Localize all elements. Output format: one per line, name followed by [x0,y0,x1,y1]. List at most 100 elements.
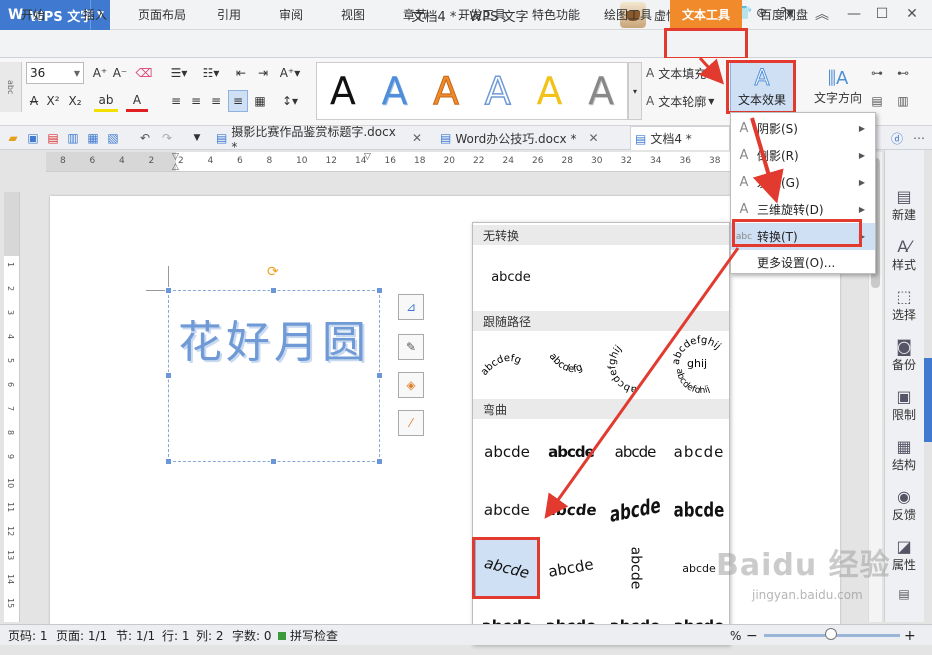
resize-handle[interactable] [376,287,383,294]
status-page[interactable]: 页码: 1 [8,627,48,644]
warp-option-2-1[interactable]: abcde [475,481,539,539]
menu-item-more-settings[interactable]: 更多设置(O)... [731,249,875,276]
tab-stop-marker[interactable]: ▽ [364,152,372,162]
menu-item-transform[interactable]: abc 转换(T) ▶ [731,223,875,250]
line-spacing-button[interactable]: ↕▾ [276,90,304,112]
minimize-button[interactable]: — [842,3,866,25]
wordart-style-5[interactable]: A [536,72,562,110]
justify-button[interactable]: ≡ [228,90,248,112]
subscript-button[interactable]: X₂ [66,90,84,112]
sidebar-item-restrict[interactable]: ▣ 限制 [884,382,924,428]
tab-options-icon[interactable]: ⓓ [886,128,908,148]
transform-none-option[interactable]: abcde [475,249,547,305]
undo-icon[interactable]: ↶ [136,128,154,148]
resize-handle[interactable] [376,372,383,379]
gallery-more-button[interactable]: ▾ [628,62,642,120]
menu-item-reflection[interactable]: A 倒影(R) ▶ [731,142,875,169]
font-color-button[interactable]: A [126,90,148,112]
tab-drawing-tools[interactable]: 绘图工具 [596,0,660,28]
wordart-style-gallery[interactable]: A A A A A A [316,62,628,120]
warp-option-3-2[interactable]: abcde [539,539,603,597]
follow-path-option-1[interactable]: abcdefg [477,335,541,393]
shrink-font-button[interactable]: A⁻ [110,62,130,84]
follow-path-option-4[interactable]: abcdefghij ghij abcdefghij [669,335,733,393]
zoom-in-button[interactable]: + [904,627,916,644]
resize-handle[interactable] [270,287,277,294]
pane-toggle-handle[interactable] [924,358,932,442]
warp-option-2-4[interactable]: abcde [667,481,731,539]
save-icon[interactable]: ▣ [24,128,42,148]
tab-review[interactable]: 审阅 [268,0,314,28]
status-pages[interactable]: 页面: 1/1 [56,627,107,644]
text-box-icon[interactable]: ▥ [892,90,914,112]
menu-item-3d-rotation[interactable]: A 三维旋转(D) ▶ [731,196,875,223]
font-name-collapsed[interactable]: abc [0,62,22,112]
resize-handle[interactable] [165,372,172,379]
wordart-text[interactable]: 花好月圆 [178,306,370,370]
fill-bucket-icon[interactable]: ◈ [398,372,424,398]
zoom-out-button[interactable]: − [746,627,758,644]
resize-handle[interactable] [376,458,383,465]
align-left-button[interactable]: ≡ [166,90,186,112]
increase-indent-button[interactable]: ⇥ [252,62,274,84]
resize-handle[interactable] [165,458,172,465]
grow-font-button[interactable]: A⁺ [90,62,110,84]
indent-marker[interactable]: ▽ △ [172,152,180,172]
warp-option-1-1[interactable]: abcde [475,423,539,481]
doc-tab-3-active[interactable]: ▤ 文档4 * [630,126,730,150]
warp-option-1-4[interactable]: abcde [667,423,731,481]
resize-handle[interactable] [165,287,172,294]
status-line[interactable]: 行: 1 [162,627,190,644]
distribute-button[interactable]: ▦ [250,90,270,112]
superscript-button[interactable]: X² [44,90,62,112]
tab-text-tools[interactable]: 文本工具 [670,0,742,28]
spellcheck-icon[interactable]: ▧ [104,128,122,148]
status-section[interactable]: 节: 1/1 [116,627,155,644]
number-list-button[interactable]: ☷▾ [198,62,224,84]
print-icon[interactable]: ▥ [64,128,82,148]
link-icon[interactable]: ⊶ [866,62,888,84]
quick-access-menu-icon[interactable]: ▼ [188,128,206,148]
layout-options-icon[interactable]: ⊿ [398,294,424,320]
menu-item-glow[interactable]: A 发光(G) ▶ [731,169,875,196]
doc-tab-2[interactable]: ▤ Word办公技巧.docx * ✕ [436,126,626,150]
follow-path-option-2[interactable]: abcdefg [541,335,605,393]
status-column[interactable]: 列: 2 [196,627,224,644]
rotate-handle-icon[interactable]: ⟳ [267,264,279,280]
font-size-select[interactable]: 36 ▼ [26,62,84,84]
sidebar-more-icon[interactable]: ▤ [886,582,922,606]
sidebar-item-select[interactable]: ⬚ 选择 [884,282,924,328]
edit-shape-icon[interactable]: ✎ [398,334,424,360]
warp-option-1-2[interactable]: abcde [539,423,603,481]
tab-references[interactable]: 引用 [206,0,252,28]
char-spacing-button[interactable]: A⁺▾ [276,62,304,84]
warp-option-3-3[interactable]: abcde [603,539,667,597]
follow-path-option-3[interactable]: abcdefghij [605,335,669,393]
tab-home[interactable]: 开始 [8,0,58,28]
align-center-button[interactable]: ≡ [186,90,206,112]
unlink-icon[interactable]: ⊷ [892,62,914,84]
close-icon[interactable]: ✕ [412,131,422,145]
highlight-color-button[interactable]: ab [94,90,118,112]
text-direction-button[interactable]: ⫼A 文字方向 [808,62,868,112]
warp-option-3-1[interactable]: abcde [475,539,539,597]
warp-option-2-2[interactable]: abcde [539,481,603,539]
sidebar-item-feedback[interactable]: ◉ 反馈 [884,482,924,528]
wordart-style-3[interactable]: A [433,72,460,111]
decrease-indent-button[interactable]: ⇤ [230,62,252,84]
warp-option-1-3[interactable]: abcde [603,423,667,481]
tab-developer[interactable]: 开发工具 [450,0,514,28]
tab-baidu-netdisk[interactable]: 百度网盘 [752,0,816,28]
redo-icon[interactable]: ↷ [158,128,176,148]
align-right-button[interactable]: ≡ [206,90,226,112]
tab-insert[interactable]: 插入 [70,0,120,28]
bullet-list-button[interactable]: ☰▾ [166,62,192,84]
maximize-button[interactable]: ☐ [870,3,894,25]
close-button[interactable]: ✕ [900,3,924,25]
sidebar-item-backup[interactable]: ◙ 备份 [884,332,924,378]
tab-section[interactable]: 章节 [392,0,438,28]
resize-handle[interactable] [270,458,277,465]
status-word-count[interactable]: 字数: 0 [232,627,272,644]
wordart-style-1[interactable]: A [330,72,356,110]
pdf-icon[interactable]: ▤ [44,128,62,148]
